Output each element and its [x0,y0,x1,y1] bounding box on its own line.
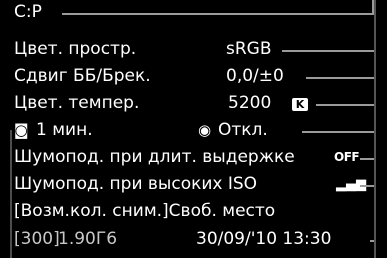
callout-line [62,13,374,15]
eye-sensor-value: Откл. [218,120,268,140]
shooting-mode: C:P [14,2,42,22]
color-space-label: Цвет. простр. [14,39,137,59]
callout-line [306,77,374,79]
callout-line [360,158,374,160]
shots-free-row: [Возм.кол. сним.]Своб. место [0,199,372,225]
callout-line [360,185,374,187]
eye-icon: ◉ [198,121,212,139]
color-temp-value: 5200 [228,93,272,113]
shots-free-label: [Возм.кол. сним.]Своб. место [14,201,276,221]
auto-power-off-value: 1 мин. [36,120,93,140]
callout-line [316,104,374,106]
free-space: 1.90Г6 [58,229,118,249]
power-eye-row: ◙ 1 мин. ◉ Откл. [0,118,374,144]
datetime: 30/09/'10 13:30 [196,229,332,249]
high-iso-nr-row: Шумопод. при высоких ISO ▂▄▆ [0,172,374,198]
color-space-row: Цвет. простр. sRGB [0,37,374,63]
wb-shift-label: Сдвиг ББ/Брек. [14,66,151,86]
shooting-mode-row: C:P [0,0,374,26]
callout-line [10,130,12,258]
camera-settings-screen: C:P Цвет. простр. sRGB Сдвиг ББ/Брек. 0,… [0,0,387,258]
color-temp-label: Цвет. темпер. [14,93,140,113]
high-iso-nr-label: Шумопод. при высоких ISO [14,174,258,194]
callout-line [282,50,374,52]
callout-line [374,0,376,258]
long-exp-nr-value: OFF [334,150,360,164]
kelvin-icon: K [292,98,308,111]
long-exp-nr-label: Шумопод. при длит. выдержке [14,147,295,167]
long-exp-nr-row: Шумопод. при длит. выдержке OFF [0,145,374,171]
wb-shift-row: Сдвиг ББ/Брек. 0,0/±0 [0,64,374,90]
callout-line [302,131,374,133]
shots-count: [300] [14,229,60,249]
wb-shift-value: 0,0/±0 [226,66,284,86]
color-space-value: sRGB [226,39,272,59]
camera-icon: ◙ [14,121,29,139]
status-row: [300] 1.90Г6 30/09/'10 13:30 [0,227,374,253]
color-temp-row: Цвет. темпер. 5200 K [0,91,374,117]
